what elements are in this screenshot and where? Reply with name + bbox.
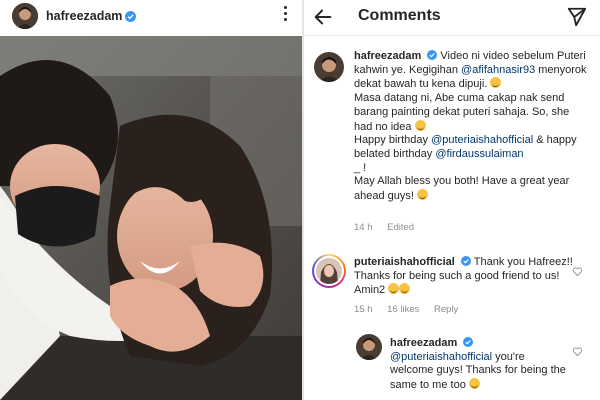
post-author-avatar[interactable] xyxy=(12,3,38,29)
reply-username[interactable]: hafreezadam xyxy=(390,337,457,349)
verified-badge-icon xyxy=(125,10,137,22)
smile-emoji-icon xyxy=(490,77,502,89)
post-author-username[interactable]: hafreezadam xyxy=(46,9,122,23)
post-video-frame[interactable] xyxy=(0,36,302,400)
like-heart-icon[interactable] xyxy=(572,346,583,357)
comment-author-avatar[interactable] xyxy=(316,258,342,284)
caption-text-4: Happy birthday xyxy=(354,134,428,147)
caption-username[interactable]: hafreezadam xyxy=(354,50,421,62)
mention-link[interactable]: @afifahnasir93 xyxy=(461,64,535,76)
reply-author-avatar[interactable] xyxy=(356,334,382,360)
post-panel: hafreezadam xyxy=(0,0,302,400)
back-arrow-icon[interactable] xyxy=(312,6,334,28)
send-icon[interactable] xyxy=(566,6,588,28)
caption-text-6: _ ! xyxy=(354,161,367,174)
reply-button[interactable]: Reply xyxy=(434,304,458,315)
caption-text-3: Masa datang ni, Abe cuma cakap nak send … xyxy=(354,92,570,133)
comment-likes[interactable]: 16 likes xyxy=(387,304,419,315)
post-header: hafreezadam xyxy=(0,0,302,32)
reply-text: hafreezadam @puteriaishahofficial you're… xyxy=(390,337,570,393)
mention-link[interactable]: @puteriaishahofficial xyxy=(390,351,492,363)
comments-panel: Comments hafreezadam Video ni video sebe… xyxy=(304,0,600,400)
grin-emoji-icon xyxy=(388,283,400,295)
caption-text: hafreezadam Video ni video sebelum Puter… xyxy=(354,50,590,204)
story-ring[interactable] xyxy=(312,254,346,288)
verified-badge-icon xyxy=(460,256,471,266)
comment-meta: 15 h 16 likes Reply xyxy=(354,304,470,315)
comment-text: puteriaishahofficial Thank you Hafreez!!… xyxy=(354,256,574,298)
comments-title: Comments xyxy=(358,7,441,24)
caption-text-7: May Allah bless you both! Have a great y… xyxy=(354,175,570,203)
caption-edited-label: Edited xyxy=(387,222,415,233)
mention-link[interactable]: @firdaussulaiman xyxy=(435,148,523,160)
comment-username[interactable]: puteriaishahofficial xyxy=(354,256,455,268)
party-emoji-icon xyxy=(417,189,428,201)
grin-emoji-icon xyxy=(399,283,411,295)
mention-link[interactable]: @puteriaishahofficial xyxy=(431,134,533,146)
verified-badge-icon xyxy=(427,50,438,60)
caption-time: 14 h xyxy=(354,222,373,233)
laughing-emoji-icon xyxy=(414,119,426,131)
more-options-icon[interactable] xyxy=(282,6,288,26)
verified-badge-icon xyxy=(463,337,474,347)
caption-author-avatar[interactable] xyxy=(314,52,344,82)
comment-time: 15 h xyxy=(354,304,373,315)
party-emoji-icon xyxy=(468,378,480,390)
like-heart-icon[interactable] xyxy=(572,266,583,277)
caption-meta: 14 h Edited xyxy=(354,222,426,233)
comments-topbar: Comments xyxy=(304,0,600,36)
